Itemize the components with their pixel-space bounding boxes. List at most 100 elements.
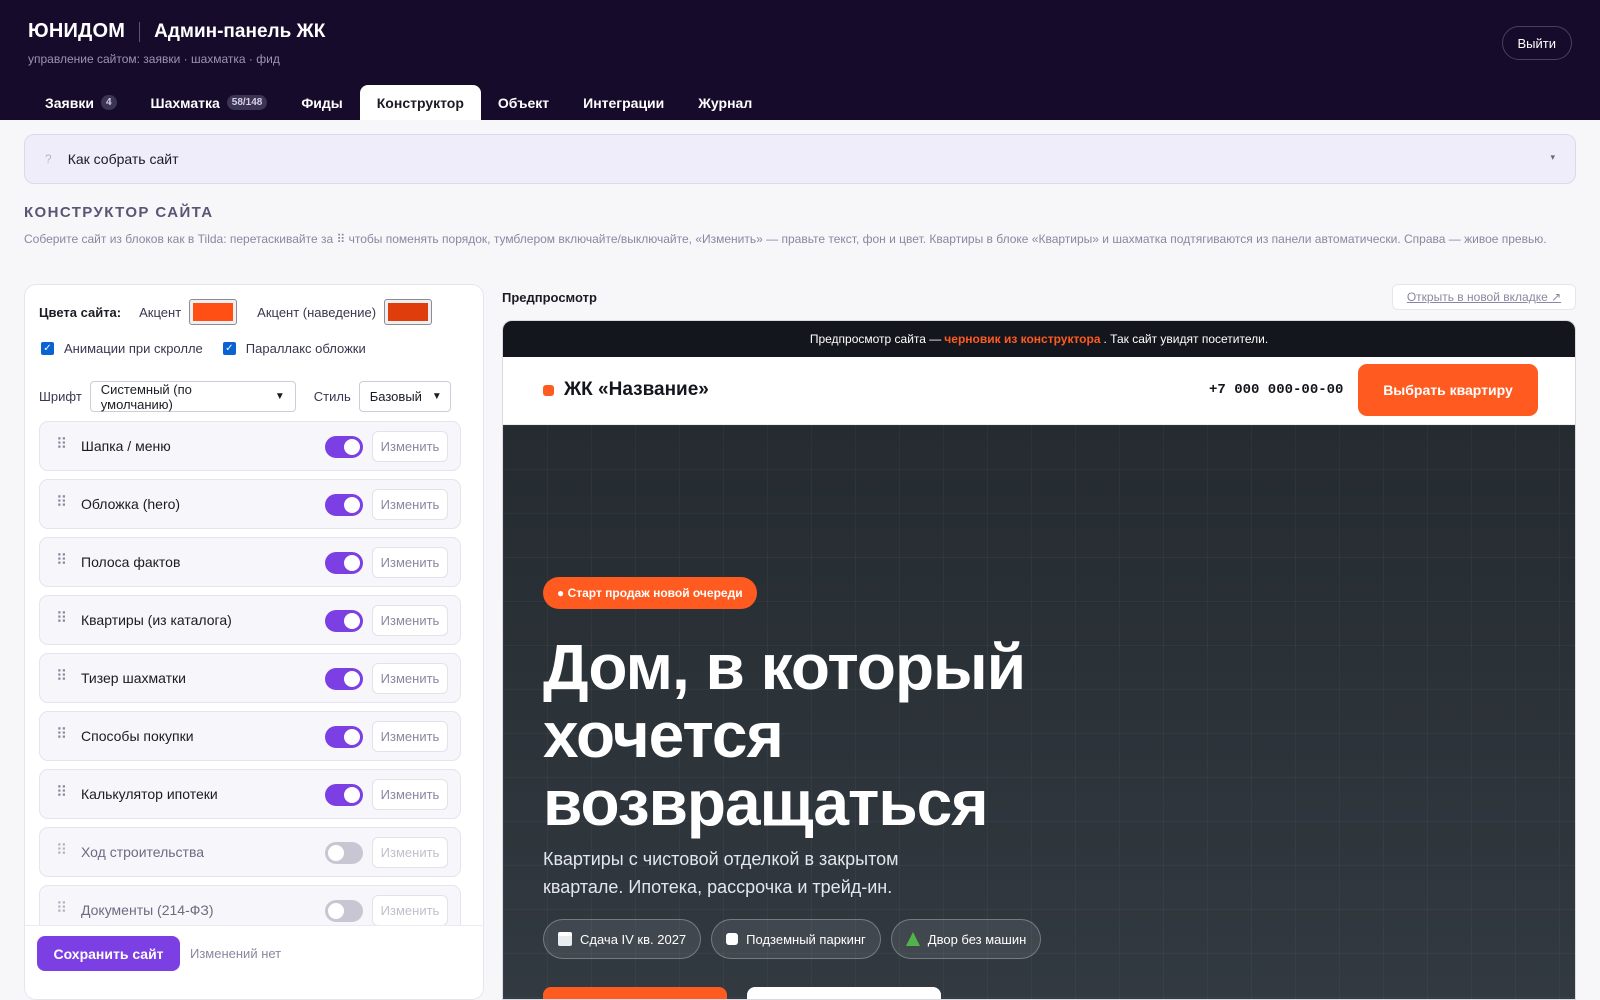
block-toggle[interactable] [325, 900, 363, 922]
drag-handle-icon[interactable]: ⠿ [56, 611, 68, 627]
brand-logo[interactable]: ЮНИДОМ [28, 20, 125, 43]
tab-requests[interactable]: Заявки 4 [28, 85, 134, 120]
hero-chip: Подземный паркинг [711, 919, 881, 959]
tree-icon [905, 932, 920, 946]
tab-chessboard[interactable]: Шахматка 58/148 [134, 85, 285, 120]
block-edit-button[interactable]: Изменить [372, 489, 448, 520]
block-edit-button[interactable]: Изменить [372, 663, 448, 694]
site-name[interactable]: ЖК «Название» [564, 379, 709, 401]
tab-constructor[interactable]: Конструктор [359, 85, 481, 120]
font-select[interactable]: Системный (по умолчанию) ▼ [89, 381, 296, 412]
main-tabs: Заявки 4 Шахматка 58/148 Фиды Конструкто… [28, 85, 769, 120]
logout-button[interactable]: Выйти [1501, 26, 1572, 60]
site-colors-label: Цвета сайта: [39, 304, 122, 320]
block-edit-button[interactable]: Изменить [372, 779, 448, 810]
drag-handle-icon[interactable]: ⠿ [56, 785, 68, 801]
block-item[interactable]: ⠿ Шапка / меню Изменить [39, 421, 461, 471]
tab-label: Шахматка [150, 94, 220, 111]
hero-primary-button[interactable] [543, 987, 727, 999]
block-edit-button[interactable]: Изменить [372, 605, 448, 636]
tab-integrations[interactable]: Интеграции [566, 85, 681, 120]
drag-handle-icon[interactable]: ⠿ [56, 495, 68, 511]
section-title: КОНСТРУКТОР САЙТА [24, 204, 214, 221]
block-item[interactable]: ⠿ Способы покупки Изменить [39, 711, 461, 761]
block-toggle[interactable] [325, 494, 363, 516]
hero-subtitle: Квартиры с чистовой отделкой в закрытом … [543, 849, 899, 897]
tab-badge: 4 [100, 95, 117, 110]
brand: ЮНИДОМ Админ-панель ЖК [28, 20, 325, 43]
block-item[interactable]: ⠿ Тизер шахматки Изменить [39, 653, 461, 703]
drag-handle-icon[interactable]: ⠿ [56, 901, 68, 917]
open-in-new-tab-link[interactable]: Открыть в новой вкладке ↗ [1392, 284, 1576, 310]
block-toggle[interactable] [325, 726, 363, 748]
question-icon: ? [45, 152, 52, 166]
preview-site-header: ЖК «Название» +7 000 000-00-00 Выбрать к… [503, 357, 1575, 425]
tab-journal[interactable]: Журнал [681, 85, 769, 120]
block-list: ⠿ Шапка / меню Изменить ⠿ Обложка (hero)… [39, 421, 461, 943]
block-item[interactable]: ⠿ Обложка (hero) Изменить [39, 479, 461, 529]
accent-color-picker[interactable] [189, 299, 238, 325]
tab-label: Интеграции [583, 94, 665, 111]
toggle-knob [344, 671, 360, 687]
toggle-knob [344, 613, 360, 629]
block-item[interactable]: ⠿ Полоса фактов Изменить [39, 537, 461, 587]
toggle-knob [344, 729, 360, 745]
accent-hover-label: Акцент (наведение) [257, 304, 377, 320]
block-item[interactable]: ⠿ Квартиры (из каталога) Изменить [39, 595, 461, 645]
drag-handle-icon[interactable]: ⠿ [56, 437, 68, 453]
site-logo-mark [543, 385, 554, 396]
choose-apartment-button[interactable]: Выбрать квартиру [1358, 364, 1538, 416]
drag-handle-icon[interactable]: ⠿ [56, 727, 68, 743]
block-label: Калькулятор ипотеки [81, 786, 218, 802]
accent-hover-color-picker[interactable] [384, 299, 433, 325]
app-subtitle: управление сайтом: заявки · шахматка · ф… [28, 52, 280, 66]
block-edit-button[interactable]: Изменить [372, 895, 448, 926]
site-colors-row: Цвета сайта: Акцент Акцент (наведение) [39, 299, 452, 325]
tab-label: Конструктор [376, 94, 464, 111]
parallax-checkbox[interactable]: ✓ [222, 342, 236, 355]
block-item[interactable]: ⠿ Калькулятор ипотеки Изменить [39, 769, 461, 819]
preview-hero: ● Старт продаж новой очереди Дом, в кото… [503, 425, 1575, 999]
save-status: Изменений нет [190, 946, 282, 961]
block-edit-button[interactable]: Изменить [372, 547, 448, 578]
app-title: Админ-панель ЖК [154, 20, 326, 42]
hero-secondary-button[interactable] [747, 987, 941, 999]
drag-handle-icon[interactable]: ⠿ [56, 553, 68, 569]
chevron-down-icon: ▼ [431, 391, 442, 402]
style-select-value: Базовый [369, 389, 422, 404]
drag-handle-icon[interactable]: ⠿ [56, 843, 68, 859]
block-edit-button[interactable]: Изменить [372, 837, 448, 868]
options-row: ✓ Анимации при скролле ✓ Параллакс облож… [41, 341, 386, 356]
block-toggle[interactable] [325, 842, 363, 864]
style-select[interactable]: Базовый ▼ [358, 381, 451, 412]
block-label: Документы (214-ФЗ) [81, 902, 214, 918]
tab-feeds[interactable]: Фиды [284, 85, 359, 120]
preview-label: Предпросмотр [502, 290, 597, 305]
site-phone[interactable]: +7 000 000-00-00 [1209, 382, 1343, 398]
hero-title: Дом, в который хочется возвращаться [543, 631, 1026, 839]
tab-object[interactable]: Объект [481, 85, 566, 120]
banner-text-end: . Так сайт увидят посетители. [1103, 332, 1269, 346]
help-accordion[interactable]: ? Как собрать сайт ▾ [24, 134, 1576, 184]
block-edit-button[interactable]: Изменить [372, 431, 448, 462]
save-site-button[interactable]: Сохранить сайт [37, 936, 180, 971]
block-toggle[interactable] [325, 784, 363, 806]
block-toggle[interactable] [325, 668, 363, 690]
block-toggle[interactable] [325, 610, 363, 632]
accent-label: Акцент [139, 304, 182, 320]
block-toggle[interactable] [325, 436, 363, 458]
parking-icon [726, 933, 739, 945]
block-edit-button[interactable]: Изменить [372, 721, 448, 752]
block-toggle[interactable] [325, 552, 363, 574]
tab-badge: 58/148 [226, 95, 268, 110]
toggle-knob [344, 555, 360, 571]
toggle-knob [328, 903, 344, 919]
scroll-animation-label: Анимации при скролле [64, 341, 203, 356]
accent-color-fill [193, 303, 234, 321]
scroll-animation-checkbox[interactable]: ✓ [41, 342, 54, 355]
toggle-knob [344, 787, 360, 803]
section-description: Соберите сайт из блоков как в Tilda: пер… [24, 232, 1547, 246]
drag-handle-icon[interactable]: ⠿ [56, 669, 68, 685]
hero-chips: Сдача IV кв. 2027 Подземный паркинг Двор… [543, 919, 1051, 959]
block-item[interactable]: ⠿ Ход строительства Изменить [39, 827, 461, 877]
